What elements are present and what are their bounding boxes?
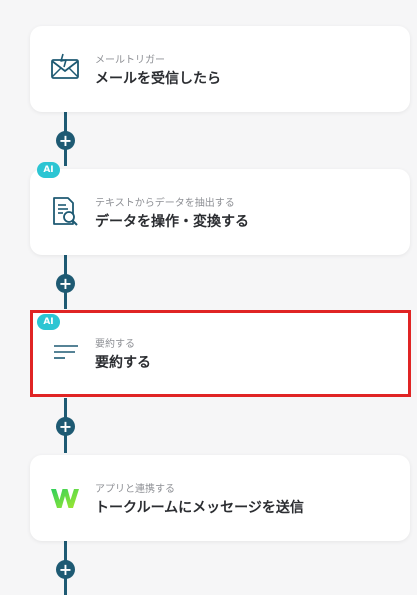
- step-title: メールを受信したら: [95, 71, 221, 87]
- flow-step-card-summarize[interactable]: AI 要約する 要約する: [30, 310, 411, 397]
- summary-lines-icon: [51, 336, 81, 368]
- ai-badge: AI: [37, 314, 60, 330]
- flow-step-card-mail-trigger[interactable]: メールトリガー メールを受信したら: [30, 26, 410, 112]
- add-step-button[interactable]: +: [56, 560, 75, 579]
- mail-icon: [50, 52, 80, 84]
- flow-step-card-extract-data[interactable]: AI テキストからデータを抽出する データを操作・変換する: [30, 162, 410, 255]
- add-step-button[interactable]: +: [56, 274, 75, 293]
- step-title: 要約する: [95, 355, 151, 371]
- step-title: データを操作・変換する: [95, 214, 249, 230]
- step-subtitle: アプリと連携する: [95, 484, 175, 495]
- chatwork-w-logo-icon: [50, 481, 80, 513]
- step-subtitle: テキストからデータを抽出する: [95, 198, 235, 209]
- add-step-button[interactable]: +: [56, 131, 75, 150]
- document-search-icon: [50, 195, 80, 227]
- step-subtitle: メールトリガー: [95, 55, 165, 66]
- step-subtitle: 要約する: [95, 339, 135, 350]
- add-step-button[interactable]: +: [56, 417, 75, 436]
- step-title: トークルームにメッセージを送信: [95, 500, 304, 516]
- ai-badge: AI: [37, 162, 60, 178]
- flow-step-card-send-message[interactable]: アプリと連携する トークルームにメッセージを送信: [30, 455, 410, 541]
